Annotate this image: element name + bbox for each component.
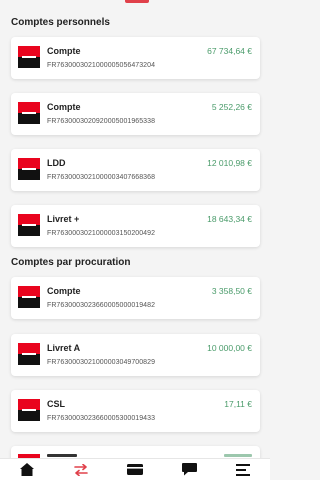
bank-logo-icon [18, 343, 40, 365]
account-iban: FR7630003021000003049700829 [47, 359, 156, 366]
account-iban: FR7630003023660005300019433 [47, 415, 156, 422]
home-icon [20, 463, 34, 476]
account-name: LDD [47, 158, 66, 168]
account-name: Compte [47, 46, 81, 56]
nav-transfer[interactable] [61, 459, 101, 480]
transfer-icon [74, 463, 88, 476]
section-title-personal: Comptes personnels [11, 17, 110, 28]
account-balance: 12 010,98 € [207, 158, 252, 168]
account-balance: 3 358,50 € [211, 286, 252, 296]
bank-logo-icon [18, 214, 40, 236]
account-name: Compte [47, 286, 81, 296]
account-card[interactable]: Livret + FR7630003021000003150200492 18 … [11, 205, 260, 247]
top-indicator [125, 0, 149, 3]
account-balance-cutoff [224, 454, 252, 457]
bank-logo-icon [18, 102, 40, 124]
account-card[interactable]: Livret A FR7630003021000003049700829 10 … [11, 334, 260, 376]
nav-menu[interactable] [223, 459, 263, 480]
account-balance: 67 734,64 € [207, 46, 252, 56]
menu-icon [236, 463, 250, 476]
account-name: Compte [47, 102, 81, 112]
account-balance: 5 252,26 € [211, 102, 252, 112]
account-card[interactable]: CSL FR7630003023660005300019433 17,11 € [11, 390, 260, 432]
accounts-screen: Comptes personnels Compte FR763000302100… [0, 0, 270, 480]
bank-logo-icon [18, 286, 40, 308]
account-card[interactable]: Compte FR7630003021000005056473204 67 73… [11, 37, 260, 79]
card-icon [127, 464, 143, 475]
nav-cards[interactable] [115, 459, 155, 480]
account-name: Livret A [47, 343, 81, 353]
account-iban: FR7630003021000005056473204 [47, 62, 156, 69]
account-card[interactable]: Compte FR7630003023660005000019482 3 358… [11, 277, 260, 319]
account-balance: 17,11 € [224, 399, 252, 409]
bank-logo-icon [18, 399, 40, 421]
bank-logo-icon [18, 46, 40, 68]
messages-icon [181, 463, 197, 476]
account-iban: FR7630003021000003407668368 [47, 174, 156, 181]
account-iban: FR7630003021000003150200492 [47, 230, 156, 237]
account-balance: 10 000,00 € [207, 343, 252, 353]
account-iban: FR7630003020920005001965338 [47, 118, 156, 125]
nav-home[interactable] [7, 459, 47, 480]
account-name-cutoff [47, 454, 77, 457]
account-card[interactable]: Compte FR7630003020920005001965338 5 252… [11, 93, 260, 135]
account-card[interactable]: LDD FR7630003021000003407668368 12 010,9… [11, 149, 260, 191]
bottom-nav [0, 458, 270, 480]
nav-messages[interactable] [169, 459, 209, 480]
account-balance: 18 643,34 € [207, 214, 252, 224]
account-name: CSL [47, 399, 65, 409]
account-iban: FR7630003023660005000019482 [47, 302, 156, 309]
section-title-proxy: Comptes par procuration [11, 257, 131, 268]
account-name: Livret + [47, 214, 80, 224]
bank-logo-icon [18, 158, 40, 180]
